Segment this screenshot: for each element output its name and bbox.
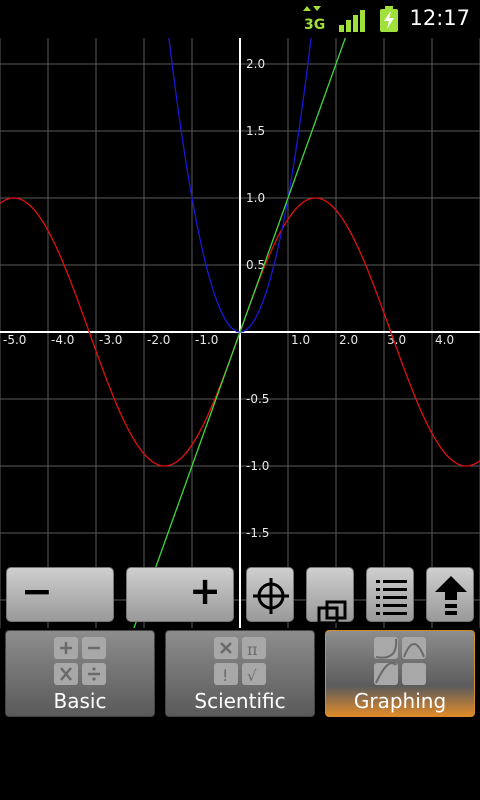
x-tick-label: -2.0 — [147, 333, 170, 347]
scientific-functions-icon: π ! √ — [214, 637, 266, 685]
battery-charging-icon — [380, 6, 398, 32]
x-tick-label: -3.0 — [99, 333, 122, 347]
x-tick-label: 1.0 — [291, 333, 310, 347]
x-tick-label: -5.0 — [3, 333, 26, 347]
mode-basic-label: Basic — [53, 689, 107, 713]
y-tick-label: -1.0 — [246, 459, 269, 473]
center-graph-button[interactable] — [246, 567, 294, 622]
arrow-up-icon — [435, 576, 467, 615]
collapse-panel-button[interactable] — [426, 567, 474, 622]
signal-strength-icon — [339, 10, 365, 32]
zoom-out-label: − — [21, 569, 53, 613]
dimensions-button[interactable] — [306, 567, 354, 623]
x-tick-label: 3.0 — [387, 333, 406, 347]
function-list-button[interactable] — [366, 567, 414, 622]
y-tick-label: 1.5 — [246, 124, 265, 138]
y-tick-label: 2.0 — [246, 57, 265, 71]
mode-graphing-label: Graphing — [353, 689, 447, 713]
mode-graphing-button[interactable]: Graphing — [325, 630, 475, 717]
y-tick-label: -1.5 — [246, 526, 269, 540]
function-graph[interactable]: -5.0 -4.0 -3.0 -2.0 -1.0 1.0 2.0 3.0 4.0 2.0 1.5 1.… — [0, 38, 480, 628]
zoom-in-label: + — [189, 569, 221, 613]
x-tick-label: -1.0 — [195, 333, 218, 347]
status-clock: 12:17 — [409, 6, 470, 30]
zoom-in-button[interactable]: + — [126, 567, 234, 622]
network-3g-icon: 3G — [303, 6, 325, 32]
svg-text:!: ! — [222, 666, 228, 685]
x-tick-label: 4.0 — [435, 333, 454, 347]
x-tick-label: 2.0 — [339, 333, 358, 347]
y-tick-label: -0.5 — [246, 392, 269, 406]
svg-text:3G: 3G — [304, 17, 325, 32]
mode-scientific-label: Scientific — [194, 689, 286, 713]
status-bar: 3G 12:17 — [0, 0, 480, 38]
cube-icon — [317, 600, 347, 623]
list-icon — [376, 580, 407, 615]
zoom-out-button[interactable]: − — [6, 567, 114, 622]
crosshair-icon — [253, 578, 289, 614]
mode-basic-button[interactable]: Basic — [5, 630, 155, 717]
y-tick-label: 1.0 — [246, 191, 265, 205]
basic-operators-icon — [54, 637, 106, 685]
mode-scientific-button[interactable]: π ! √ Scientific — [165, 630, 315, 717]
x-tick-label: -4.0 — [51, 333, 74, 347]
svg-text:√: √ — [247, 667, 257, 685]
svg-text:π: π — [247, 640, 258, 659]
graphing-curves-icon — [374, 637, 426, 685]
